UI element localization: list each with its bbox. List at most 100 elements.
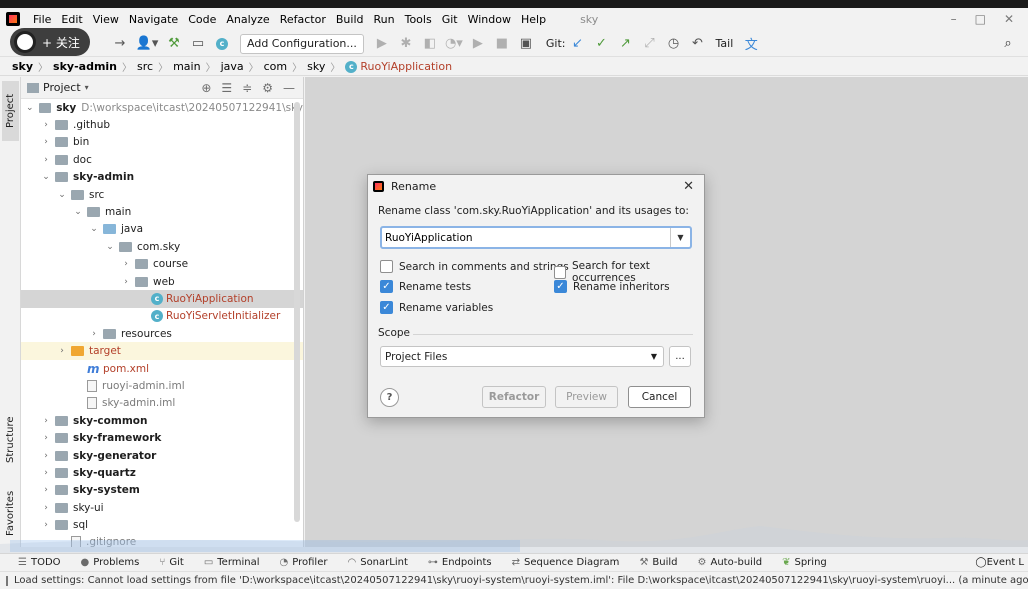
breadcrumb-item[interactable]: sky: [12, 60, 33, 73]
problems-tab[interactable]: ● Problems: [81, 557, 140, 568]
breadcrumb-item[interactable]: sky: [307, 60, 325, 73]
minimize-icon[interactable]: –: [951, 12, 957, 26]
run-alt-icon[interactable]: ▶: [468, 34, 488, 54]
endpoints-tab[interactable]: ⊶ Endpoints: [428, 557, 492, 568]
translate-icon[interactable]: 文: [741, 34, 761, 54]
spring-tab[interactable]: ❦ Spring: [782, 557, 827, 568]
chevron-right-icon[interactable]: ›: [121, 277, 131, 287]
run-icon[interactable]: ▶: [372, 34, 392, 54]
tree-item-web[interactable]: › web: [21, 273, 303, 290]
menu-help[interactable]: Help: [516, 13, 551, 26]
chevron-down-icon[interactable]: ▼: [670, 228, 690, 247]
menu-navigate[interactable]: Navigate: [124, 13, 183, 26]
rename-inheritors-checkbox[interactable]: ✓ Rename inheritors: [554, 280, 670, 293]
tree-scrollbar[interactable]: [294, 102, 300, 522]
maximize-icon[interactable]: □: [975, 12, 986, 26]
favorites-tool-tab[interactable]: Favorites: [2, 482, 19, 544]
chevron-down-icon[interactable]: ⌄: [89, 224, 99, 234]
new-name-input[interactable]: [382, 231, 670, 244]
menu-window[interactable]: Window: [463, 13, 516, 26]
tree-item-ruoyi-admin-iml[interactable]: ruoyi-admin.iml: [21, 377, 303, 394]
tree-item-ruoyiapplication[interactable]: c RuoYiApplication: [21, 290, 303, 308]
help-button[interactable]: ?: [380, 388, 399, 407]
tree-item-sql[interactable]: › sql: [21, 516, 303, 533]
sequence-diagram-tab[interactable]: ⇄ Sequence Diagram: [512, 557, 620, 568]
tree-item-gitignore[interactable]: .gitignore: [21, 534, 303, 547]
menu-run[interactable]: Run: [369, 13, 400, 26]
folder-icon[interactable]: ▭: [188, 34, 208, 54]
debug-icon[interactable]: ✱: [396, 34, 416, 54]
tree-item-doc[interactable]: › doc: [21, 151, 303, 168]
tree-item-sky-common[interactable]: › sky-common: [21, 412, 303, 429]
tree-item-bin[interactable]: › bin: [21, 134, 303, 151]
breadcrumb-item[interactable]: com: [264, 60, 288, 73]
checkbox-checked[interactable]: ✓: [380, 301, 393, 314]
tree-item-github[interactable]: › .github: [21, 116, 303, 133]
event-log-tab[interactable]: ◯ Event L: [975, 557, 1028, 568]
forward-icon[interactable]: →: [110, 34, 130, 54]
tree-item-sky-framework[interactable]: › sky-framework: [21, 429, 303, 446]
chevron-right-icon[interactable]: ›: [41, 120, 51, 130]
todo-tab[interactable]: ☰ TODO: [18, 557, 61, 568]
tree-item-java[interactable]: ⌄ java: [21, 221, 303, 238]
tree-item-ruoyiservletinitializer[interactable]: c RuoYiServletInitializer: [21, 308, 303, 325]
tree-item-sky-admin-iml[interactable]: sky-admin.iml: [21, 395, 303, 412]
tree-item-sky-system[interactable]: › sky-system: [21, 482, 303, 499]
tree-item-src[interactable]: ⌄ src: [21, 186, 303, 203]
hide-icon[interactable]: —: [283, 81, 295, 95]
history-icon[interactable]: ◷: [664, 34, 684, 54]
git-tab[interactable]: ⑂ Git: [159, 557, 183, 568]
menu-edit[interactable]: Edit: [56, 13, 87, 26]
menu-code[interactable]: Code: [183, 13, 221, 26]
add-configuration-button[interactable]: Add Configuration...: [240, 33, 364, 54]
menu-analyze[interactable]: Analyze: [221, 13, 274, 26]
stop-icon[interactable]: ■: [492, 34, 512, 54]
chevron-down-icon[interactable]: ⌄: [41, 172, 51, 182]
tree-item-target[interactable]: › target: [21, 342, 303, 360]
structure-tool-tab[interactable]: Structure: [2, 407, 19, 473]
tree-item-sky-quartz[interactable]: › sky-quartz: [21, 464, 303, 481]
cancel-button[interactable]: Cancel: [628, 386, 691, 408]
collapse-all-icon[interactable]: ≑: [242, 81, 252, 95]
git-fetch-icon[interactable]: ⤢: [640, 34, 660, 54]
checkbox-box[interactable]: [554, 265, 567, 279]
tree-item-sky-admin[interactable]: ⌄ sky-admin: [21, 169, 303, 186]
git-push-icon[interactable]: ↗: [616, 34, 636, 54]
terminal-tab[interactable]: ▭ Terminal: [204, 557, 260, 568]
breadcrumb-current[interactable]: RuoYiApplication: [360, 60, 452, 73]
project-tool-tab[interactable]: Project: [2, 81, 19, 141]
gear-icon[interactable]: ⚙: [262, 81, 273, 95]
chevron-right-icon[interactable]: ›: [89, 329, 99, 339]
refactor-button[interactable]: Refactor: [482, 386, 546, 408]
chevron-right-icon[interactable]: ›: [41, 137, 51, 147]
new-name-field[interactable]: ▼: [380, 226, 692, 249]
tree-item-sky-ui[interactable]: › sky-ui: [21, 499, 303, 516]
chevron-right-icon[interactable]: ›: [41, 503, 51, 513]
tree-item-com-sky[interactable]: ⌄ com.sky: [21, 238, 303, 255]
breadcrumb-item[interactable]: sky-admin: [53, 60, 117, 73]
close-icon[interactable]: ✕: [683, 179, 694, 194]
tree-item-pom-xml[interactable]: m pom.xml: [21, 360, 303, 377]
breadcrumb-item[interactable]: main: [173, 60, 200, 73]
sonarlint-tab[interactable]: ◠ SonarLint: [347, 557, 407, 568]
tree-item-course[interactable]: › course: [21, 256, 303, 273]
chevron-right-icon[interactable]: ›: [57, 346, 67, 356]
class-icon[interactable]: c: [212, 34, 232, 54]
close-window-icon[interactable]: ✕: [1004, 12, 1014, 26]
breadcrumb-item[interactable]: java: [221, 60, 244, 73]
hammer-icon[interactable]: ⚒: [164, 34, 184, 54]
menu-view[interactable]: View: [88, 13, 124, 26]
tree-item-sky[interactable]: ⌄ sky D:\workspace\itcast\20240507122941\s…: [21, 99, 303, 116]
tree-item-main[interactable]: ⌄ main: [21, 203, 303, 220]
chevron-down-icon[interactable]: ⌄: [57, 190, 67, 200]
tree-item-resources[interactable]: › resources: [21, 325, 303, 342]
chevron-right-icon[interactable]: ›: [41, 451, 51, 461]
chevron-right-icon[interactable]: ›: [41, 520, 51, 530]
project-panel-title[interactable]: Project: [43, 81, 81, 94]
chevron-right-icon[interactable]: ›: [41, 433, 51, 443]
menu-file[interactable]: File: [28, 13, 56, 26]
coverage-icon[interactable]: ◧: [420, 34, 440, 54]
build-tab[interactable]: ⚒ Build: [639, 557, 677, 568]
chevron-right-icon[interactable]: ›: [121, 259, 131, 269]
profiler-tab[interactable]: ◔ Profiler: [280, 557, 328, 568]
